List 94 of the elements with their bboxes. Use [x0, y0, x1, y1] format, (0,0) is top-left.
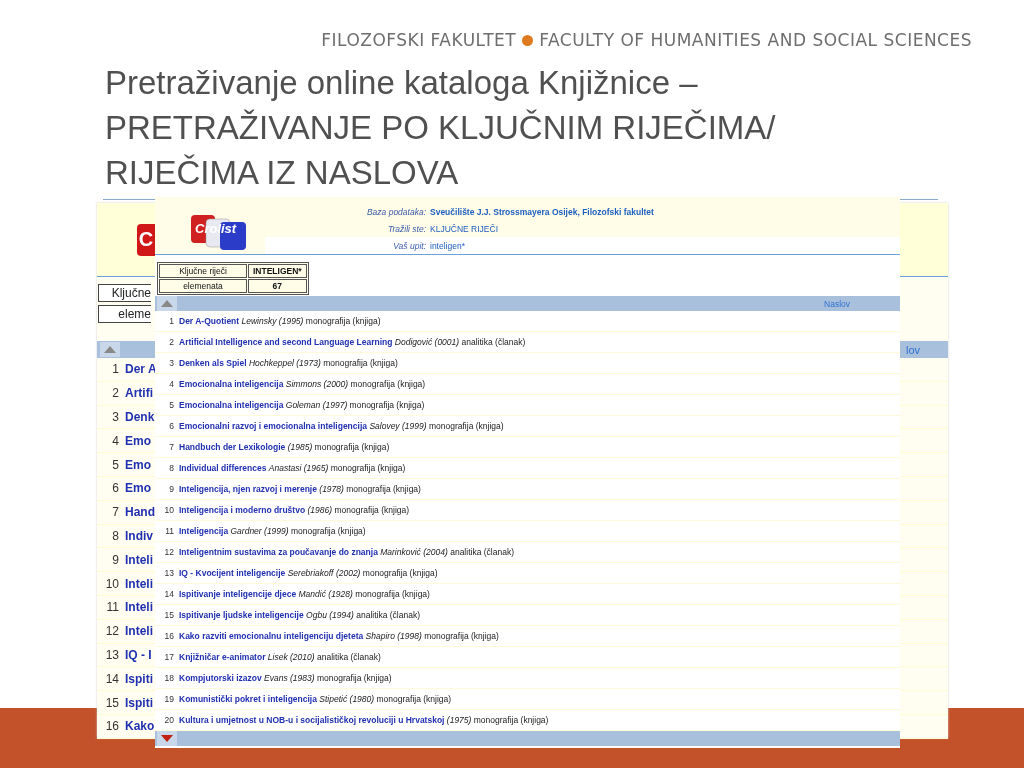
- row-number: 18: [163, 673, 174, 683]
- result-entry[interactable]: Ispitivanje inteligencije djece Mandić (1928) monografija (knjiga): [179, 589, 430, 599]
- logo-fragment: C: [137, 223, 155, 256]
- row-number: 5: [111, 457, 119, 472]
- row-number: 13: [104, 647, 119, 662]
- row-number: 9: [111, 552, 119, 567]
- result-title-link[interactable]: Inteli: [125, 600, 153, 615]
- field-value: KLJUČNE RIJEČI: [430, 223, 498, 234]
- row-number: 6: [168, 421, 174, 431]
- field-label: Tražili ste:: [386, 223, 427, 234]
- summary-label: elemenata: [159, 278, 247, 293]
- result-entry[interactable]: Knjižničar e-animator Lisek (2010) analitika (članak): [179, 652, 381, 662]
- row-number: 15: [163, 610, 174, 620]
- result-title-link[interactable]: Ispiti: [125, 671, 153, 686]
- result-entry[interactable]: Ispitivanje ljudske inteligencije Ogbu (1994) analitika (članak): [179, 610, 420, 620]
- row-number: 16: [163, 631, 174, 641]
- result-entry[interactable]: Emocionalna inteligencija Goleman (1997) monografija (knjiga): [179, 400, 425, 410]
- row-number: 2: [168, 337, 174, 347]
- result-title-link[interactable]: Emo: [125, 457, 151, 472]
- scroll-down-button[interactable]: [157, 731, 177, 746]
- result-title-link[interactable]: IQ - I: [125, 647, 152, 662]
- summary-value: 67: [248, 278, 307, 293]
- result-title-link[interactable]: Inteli: [125, 624, 153, 639]
- result-entry[interactable]: Kako razviti emocionalnu inteligenciju djeteta Shapiro (1998) monografija (knjiga): [179, 631, 499, 641]
- row-number: 4: [168, 379, 174, 389]
- result-title-link[interactable]: Indiv: [125, 528, 153, 543]
- summary-label: eleme: [98, 305, 151, 323]
- result-entry[interactable]: Inteligencija i moderno društvo (1986) monografija (knjiga): [179, 505, 410, 515]
- result-entry[interactable]: Inteligencija, njen razvoj i merenje (1978) monografija (knjiga): [179, 484, 421, 494]
- result-entry[interactable]: Emocionalni razvoj i emocionalna inteligencija Salovey (1999) monografija (knjiga): [179, 421, 504, 431]
- triangle-up-icon: [104, 346, 116, 353]
- row-number: 7: [168, 442, 174, 452]
- faculty-name-english: FACULTY OF HUMANITIES AND SOCIAL SCIENCES: [539, 29, 972, 52]
- result-title-link[interactable]: Emo: [125, 433, 151, 448]
- row-number: 19: [163, 694, 174, 704]
- scroll-up-button[interactable]: [157, 296, 177, 311]
- row-number: 6: [111, 481, 119, 496]
- field-value: Sveučilište J.J. Strossmayera Osijek, Filozofski fakultet: [430, 206, 654, 217]
- row-number: 17: [163, 652, 174, 662]
- row-number: 3: [111, 410, 119, 424]
- row-number: 4: [111, 433, 119, 448]
- row-number: 15: [104, 695, 119, 710]
- result-entry[interactable]: Inteligentnim sustavima za poučavanje do znanja Marinković (2004) analitika (članak): [179, 547, 514, 557]
- row-number: 11: [164, 526, 174, 536]
- row-number: 3: [168, 358, 174, 368]
- result-title-link[interactable]: Emo: [125, 481, 151, 496]
- row-number: 9: [168, 484, 174, 494]
- result-entry[interactable]: Kultura i umjetnost u NOB-u i socijalističkoj revoluciji u Hrvatskoj (1975) monografija (knjiga): [179, 715, 549, 725]
- row-number: 16: [104, 719, 119, 734]
- row-number: 7: [111, 505, 119, 520]
- row-number: 13: [163, 568, 174, 578]
- result-title-link[interactable]: Hand: [125, 505, 155, 520]
- result-title-link[interactable]: Inteli: [125, 576, 153, 591]
- result-entry[interactable]: Individual differences Anastasi (1965) monografija (knjiga): [179, 463, 406, 473]
- row-number: 5: [168, 400, 174, 410]
- result-entry[interactable]: IQ - Kvocijent inteligencije Serebriakoff (2002) monografija (knjiga): [179, 568, 438, 578]
- summary-value: INTELIGEN*: [248, 263, 307, 278]
- result-entry[interactable]: Handbuch der Lexikologie (1985) monografija (knjiga): [179, 442, 390, 452]
- summary-label: Ključne: [98, 284, 151, 302]
- row-number: 1: [111, 362, 119, 377]
- row-number: 8: [168, 463, 174, 473]
- result-title-link[interactable]: Kako: [125, 719, 155, 734]
- result-entry[interactable]: Komunistički pokret i inteligencija Stipetić (1980) monografija (knjiga): [179, 694, 452, 704]
- result-entry[interactable]: Der A-Quotient Lewinsky (1995) monografija (knjiga): [179, 316, 381, 326]
- row-number: 20: [163, 715, 174, 725]
- field-label: Baza podataka:: [365, 206, 427, 217]
- row-number: 1: [168, 316, 174, 326]
- row-number: 12: [104, 624, 119, 639]
- faculty-name: FILOZOFSKI FAKULTET: [321, 29, 517, 52]
- result-entry[interactable]: Artificial Intelligence and second Language Learning Dodigović (0001) analitika (članak): [179, 337, 526, 347]
- row-number: 14: [163, 589, 174, 599]
- row-number: 2: [111, 386, 119, 401]
- row-number: 8: [111, 528, 119, 543]
- dot-icon: [522, 34, 534, 46]
- field-label: Vaš upit:: [392, 240, 427, 251]
- summary-label: Ključne riječi: [159, 263, 247, 278]
- triangle-up-icon: [161, 300, 173, 307]
- slide-title: Pretraživanje online kataloga Knjižnice – PRETRAŽIVANJE PO KLJUČNIM RIJEČIMA/ RIJEČIMA IZ NASLOVA: [105, 63, 777, 193]
- result-entry[interactable]: Denken als Spiel Hochkeppel (1973) monografija (knjiga): [179, 358, 398, 368]
- row-number: 11: [105, 600, 119, 615]
- result-title-link[interactable]: Inteli: [125, 552, 153, 567]
- result-title-link[interactable]: Artifi: [125, 386, 153, 401]
- field-value: inteligen*: [430, 240, 465, 251]
- row-number: 10: [104, 576, 119, 591]
- row-number: 14: [104, 671, 119, 686]
- result-title-link[interactable]: Ispiti: [125, 695, 153, 710]
- result-entry[interactable]: Inteligencija Gardner (1999) monografija (knjiga): [179, 526, 366, 536]
- row-number: 12: [163, 547, 174, 557]
- result-entry[interactable]: Emocionalna inteligencija Simmons (2000) monografija (knjiga): [179, 379, 426, 389]
- result-title-link[interactable]: Denk: [125, 410, 155, 424]
- row-number: 10: [163, 505, 174, 515]
- triangle-down-icon: [161, 735, 173, 742]
- scroll-up-button[interactable]: [100, 342, 120, 357]
- result-entry[interactable]: Kompjutorski izazov Evans (1983) monografija (knjiga): [179, 673, 392, 683]
